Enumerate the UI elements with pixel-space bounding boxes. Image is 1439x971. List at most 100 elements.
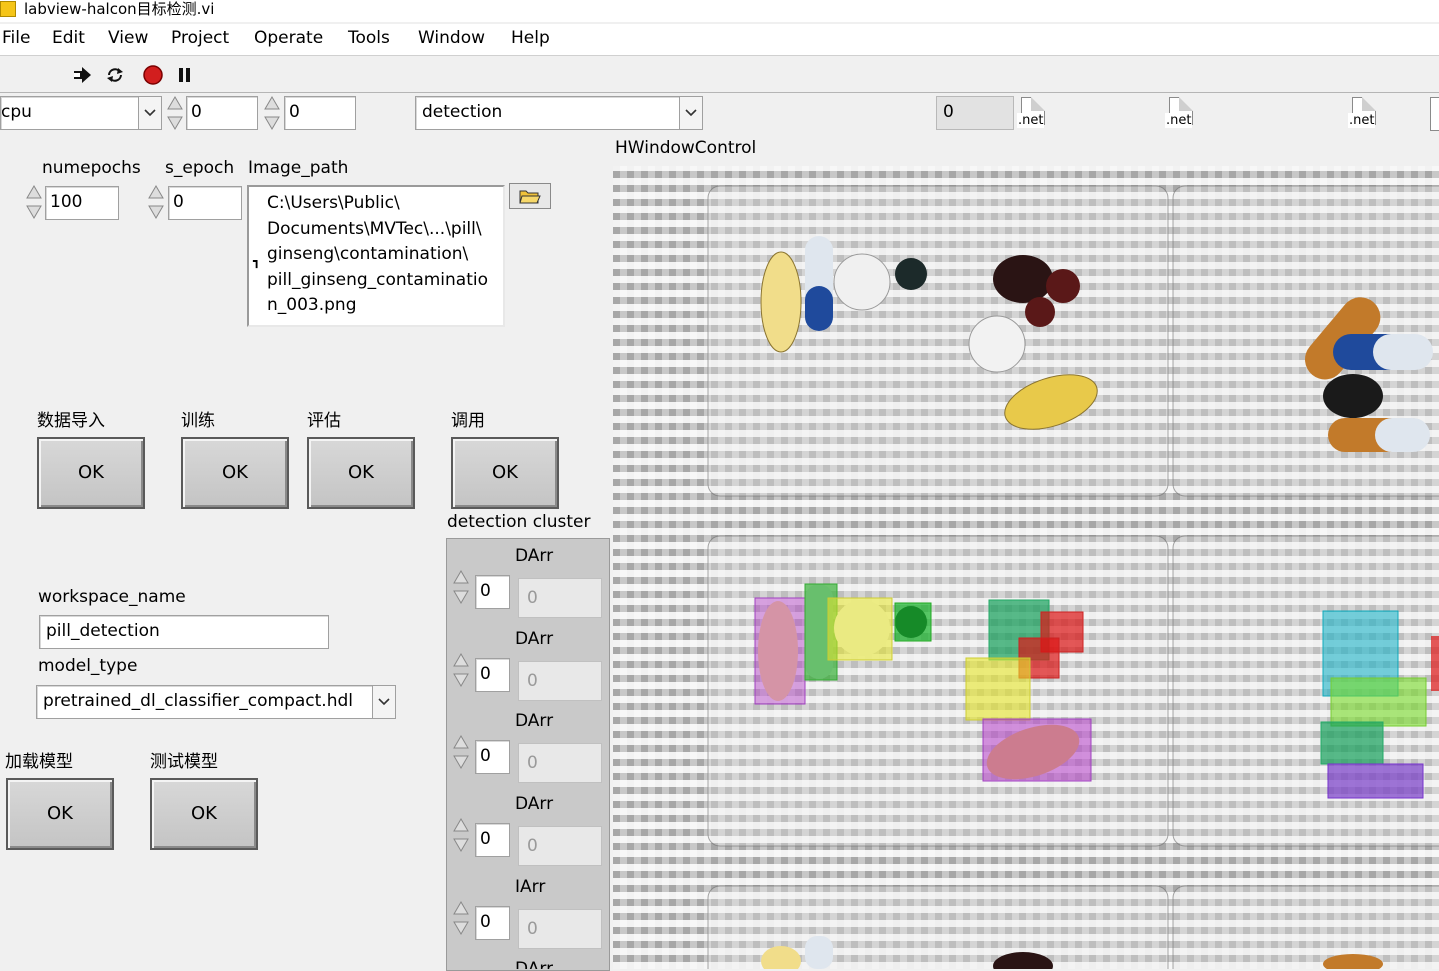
load-model-label: 加载模型 bbox=[5, 752, 73, 772]
index-value: 0 bbox=[480, 581, 491, 601]
workspace-name-value: pill_detection bbox=[46, 621, 160, 641]
s-epoch-value: 0 bbox=[173, 192, 184, 212]
menu-help[interactable]: Help bbox=[511, 28, 550, 48]
element-value: 0 bbox=[527, 753, 538, 773]
title-bar: labview-halcon目标检测.vi bbox=[0, 0, 1439, 22]
index-value: 0 bbox=[480, 746, 491, 766]
net-label: .net bbox=[1017, 113, 1045, 128]
device-ring[interactable]: cpu bbox=[0, 96, 162, 130]
net-file-icon[interactable]: .net bbox=[1165, 97, 1195, 133]
train-button[interactable]: OK bbox=[181, 437, 289, 509]
chevron-down-icon[interactable] bbox=[679, 97, 702, 129]
spinner-icon[interactable] bbox=[166, 95, 184, 131]
menu-window[interactable]: Window bbox=[418, 28, 485, 48]
darr-label: DArr bbox=[515, 959, 554, 969]
element-value: 0 bbox=[527, 919, 538, 939]
workspace-name-input[interactable]: pill_detection bbox=[39, 615, 329, 649]
numeric-value: 0 bbox=[191, 102, 202, 122]
array-element[interactable]: 0 bbox=[518, 578, 602, 618]
net-label: .net bbox=[1348, 113, 1376, 128]
menu-file[interactable]: File bbox=[2, 28, 30, 48]
array-element[interactable]: 0 bbox=[518, 661, 602, 701]
workspace-name-label: workspace_name bbox=[38, 587, 186, 607]
numeric-value: 0 bbox=[943, 102, 954, 122]
model-type-ring[interactable]: pretrained_dl_classifier_compact.hdl bbox=[36, 685, 396, 719]
element-value: 0 bbox=[527, 836, 538, 856]
path-split-icon: ┓ bbox=[253, 254, 261, 268]
array-element[interactable]: 0 bbox=[518, 909, 602, 949]
spinner-icon[interactable] bbox=[263, 95, 281, 131]
menu-project[interactable]: Project bbox=[171, 28, 229, 48]
run-arrow-icon[interactable] bbox=[72, 65, 92, 85]
array-index[interactable]: 0 bbox=[475, 740, 510, 774]
spinner-icon[interactable] bbox=[25, 184, 43, 220]
darr-label: DArr bbox=[515, 629, 554, 649]
numeric-input-2[interactable]: 0 bbox=[284, 96, 356, 130]
menu-view[interactable]: View bbox=[108, 28, 148, 48]
test-model-label: 测试模型 bbox=[150, 752, 218, 772]
spinner-icon[interactable] bbox=[452, 900, 470, 936]
folder-icon bbox=[519, 190, 541, 204]
array-element[interactable]: 0 bbox=[518, 826, 602, 866]
chevron-down-icon[interactable] bbox=[372, 686, 395, 718]
numeric-value: 0 bbox=[289, 102, 300, 122]
vi-icon bbox=[0, 1, 16, 17]
evaluate-label: 评估 bbox=[307, 411, 341, 431]
net-file-icon[interactable] bbox=[1430, 97, 1439, 131]
window-title: labview-halcon目标检测.vi bbox=[24, 0, 215, 18]
net-file-icon[interactable]: .net bbox=[1348, 97, 1378, 133]
path-line: pill_ginseng_contaminatio bbox=[267, 269, 488, 290]
data-import-button[interactable]: OK bbox=[37, 437, 145, 509]
element-value: 0 bbox=[527, 671, 538, 691]
numepochs-input[interactable]: 100 bbox=[45, 186, 119, 220]
load-model-button[interactable]: OK bbox=[6, 778, 114, 850]
path-line: C:\Users\Public\ bbox=[267, 193, 400, 213]
array-index[interactable]: 0 bbox=[475, 658, 510, 692]
task-ring[interactable]: detection bbox=[415, 96, 703, 130]
s-epoch-input[interactable]: 0 bbox=[168, 186, 242, 220]
model-type-value: pretrained_dl_classifier_compact.hdl bbox=[43, 691, 354, 711]
path-line: n_003.png bbox=[267, 295, 357, 315]
array-index[interactable]: 0 bbox=[475, 906, 510, 940]
invoke-button[interactable]: OK bbox=[451, 437, 559, 509]
spinner-icon[interactable] bbox=[452, 652, 470, 688]
array-index[interactable]: 0 bbox=[475, 575, 510, 609]
array-element[interactable]: 0 bbox=[518, 743, 602, 783]
spinner-icon[interactable] bbox=[452, 569, 470, 605]
spinner-icon[interactable] bbox=[452, 734, 470, 770]
iarr-label: IArr bbox=[515, 877, 546, 897]
array-index[interactable]: 0 bbox=[475, 823, 510, 857]
browse-folder-button[interactable] bbox=[509, 183, 551, 209]
evaluate-button[interactable]: OK bbox=[307, 437, 415, 509]
numeric-input-1[interactable]: 0 bbox=[186, 96, 258, 130]
spinner-icon[interactable] bbox=[147, 184, 165, 220]
hwindow-image[interactable] bbox=[613, 166, 1439, 969]
menu-bar: File Edit View Project Operate Tools Win… bbox=[0, 24, 1439, 56]
chevron-down-icon[interactable] bbox=[138, 97, 161, 129]
darr-label: DArr bbox=[515, 794, 554, 814]
index-value: 0 bbox=[480, 912, 491, 932]
run-continuously-icon[interactable] bbox=[105, 65, 125, 85]
device-value: cpu bbox=[1, 102, 32, 122]
index-value: 0 bbox=[480, 664, 491, 684]
spinner-icon[interactable] bbox=[452, 817, 470, 853]
menu-edit[interactable]: Edit bbox=[52, 28, 85, 48]
abort-icon[interactable] bbox=[143, 65, 163, 85]
element-value: 0 bbox=[527, 588, 538, 608]
invoke-label: 调用 bbox=[451, 411, 485, 431]
darr-label: DArr bbox=[515, 711, 554, 731]
numeric-indicator: 0 bbox=[936, 96, 1014, 130]
numepochs-value: 100 bbox=[50, 192, 83, 212]
net-file-icon[interactable]: .net bbox=[1017, 97, 1047, 133]
pause-icon[interactable] bbox=[175, 65, 195, 85]
toolbar bbox=[0, 56, 1439, 94]
menu-operate[interactable]: Operate bbox=[254, 28, 323, 48]
test-model-button[interactable]: OK bbox=[150, 778, 258, 850]
task-value: detection bbox=[422, 102, 503, 122]
path-line: Documents\MVTec\...\pill\ bbox=[267, 218, 482, 239]
pill-image bbox=[707, 185, 1439, 969]
image-path-label: Image_path bbox=[248, 158, 349, 178]
image-path-field[interactable]: C:\Users\Public\ Documents\MVTec\...\pil… bbox=[247, 185, 505, 327]
path-line: ginseng\contamination\ bbox=[267, 244, 469, 264]
menu-tools[interactable]: Tools bbox=[348, 28, 390, 48]
